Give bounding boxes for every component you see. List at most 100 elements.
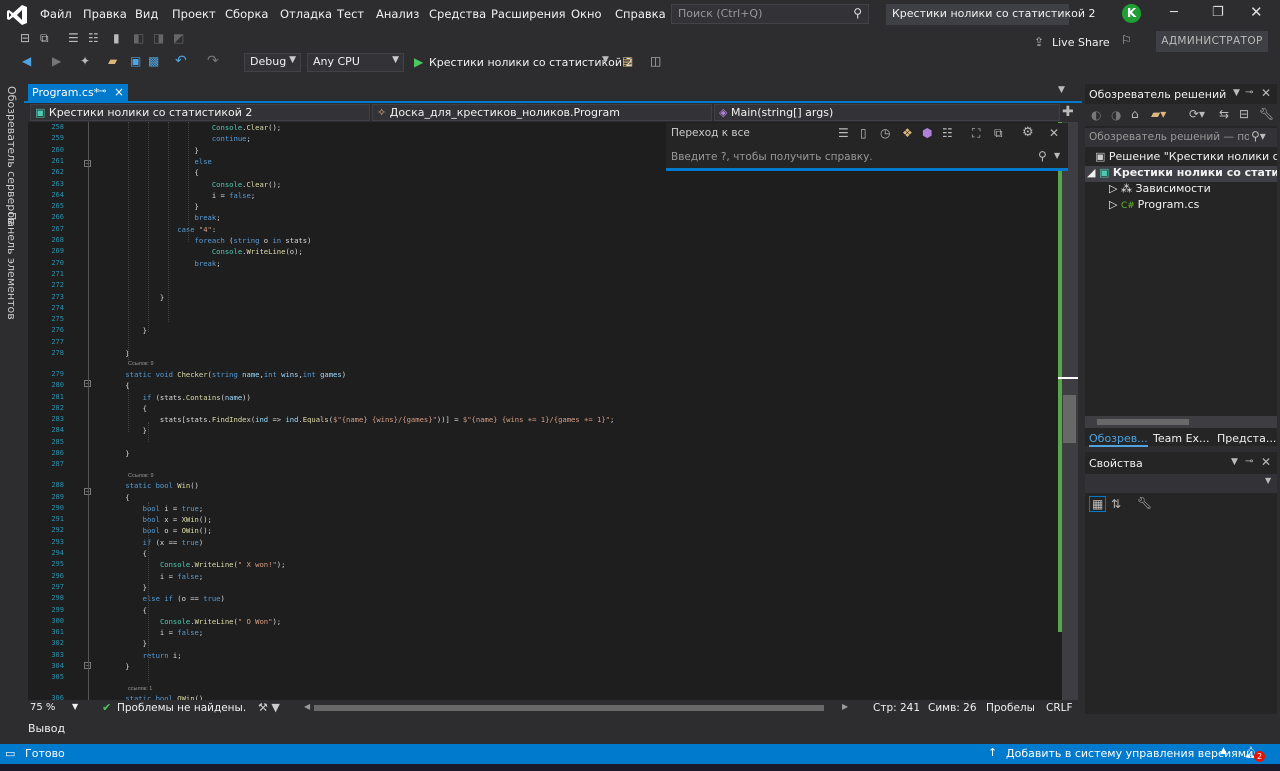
filter-all-icon[interactable]: ☰ — [838, 126, 849, 140]
code-line[interactable]: 281 if (stats.Contains(name)) — [28, 392, 1068, 403]
menu-item-4[interactable]: Сборка — [225, 7, 268, 21]
code-line[interactable]: 297 } — [28, 582, 1068, 593]
find-files-icon[interactable]: ▤ — [622, 54, 633, 68]
bookmark-icon[interactable]: ▮ — [113, 31, 120, 45]
project-node[interactable]: ◢ ▣ Крестики нолики со статистикой 2 — [1085, 166, 1277, 182]
code-line[interactable]: 274 — [28, 303, 1068, 314]
save-icon[interactable]: ▣ — [130, 54, 141, 68]
code-line[interactable]: 286 } — [28, 448, 1068, 459]
solution-hscroll[interactable] — [1085, 416, 1277, 428]
go-to-all-input[interactable]: Введите ?, чтобы получить справку. — [671, 151, 873, 163]
code-line[interactable]: 284 } — [28, 425, 1068, 436]
platform-select[interactable]: Any CPU ▼ — [307, 53, 404, 72]
type-icon[interactable]: ❖ — [902, 126, 913, 140]
tab-program-cs[interactable]: Program.cs* ⊸ × — [28, 84, 128, 103]
code-line[interactable]: 277 — [28, 337, 1068, 348]
code-line[interactable]: 279 static void Checker(string name,int … — [28, 369, 1068, 380]
menu-item-6[interactable]: Тест — [337, 7, 364, 21]
code-line[interactable]: 285 — [28, 437, 1068, 448]
recent-icon[interactable]: ◷ — [880, 126, 890, 140]
properties-object-select[interactable]: ▼ — [1085, 474, 1277, 493]
add-to-source-control[interactable]: Добавить в систему управления версиями — [1006, 747, 1253, 760]
code-line[interactable]: 267 case "4": — [28, 224, 1068, 235]
redo-icon[interactable]: ↷ — [207, 53, 219, 69]
file-icon[interactable]: ▯ — [860, 126, 867, 140]
toolbox-tab[interactable]: Панель элементов — [5, 212, 18, 320]
code-line[interactable]: 278 } — [28, 348, 1068, 359]
code-line[interactable]: 295 Console.WriteLine(" X won!"); — [28, 559, 1068, 570]
home-icon[interactable]: ⌂ — [1131, 107, 1139, 121]
scroll-left-icon[interactable]: ◀ — [304, 702, 310, 711]
pages-icon[interactable]: ⧉ — [40, 31, 49, 46]
whitespace-indicator[interactable]: Пробелы — [986, 702, 1035, 714]
code-line[interactable]: 276 } — [28, 325, 1068, 336]
code-editor[interactable]: 258 Console.Clear(); 259 continue; 260 } 26… — [28, 122, 1078, 702]
code-line[interactable]: 289 { — [28, 492, 1068, 503]
notification-count[interactable]: 2 — [1254, 751, 1265, 762]
menu-item-7[interactable]: Анализ — [376, 7, 419, 21]
eol-indicator[interactable]: CRLF — [1046, 702, 1073, 714]
zoom-level[interactable]: 75 % — [30, 702, 55, 713]
close-icon[interactable]: ✕ — [1261, 455, 1271, 469]
align-icon[interactable]: ⊟ — [20, 31, 30, 45]
code-line[interactable]: 300 Console.WriteLine(" O Won"); — [28, 616, 1068, 627]
code-line[interactable]: 302 } — [28, 638, 1068, 649]
pin-icon[interactable]: ⊸ — [98, 86, 106, 97]
scrollbar-thumb[interactable] — [1063, 395, 1076, 443]
solution-root[interactable]: ▣ Решение "Крестики нолики со статистико… — [1085, 150, 1277, 166]
admin-badge[interactable]: АДМИНИСТРАТОР — [1156, 31, 1268, 52]
split-editor-icon[interactable]: ✚ — [1062, 104, 1074, 120]
server-explorer-tab[interactable]: Обозреватель серверов — [5, 86, 18, 224]
live-share-button[interactable]: Live Share — [1052, 36, 1110, 49]
search-input[interactable]: Поиск (Ctrl+Q) ⚲ — [671, 4, 869, 24]
solution-hscroll-thumb[interactable] — [1097, 419, 1189, 425]
tab-solution-explorer[interactable]: Обозрев... — [1089, 432, 1148, 447]
chevron-down-icon[interactable]: ▼ — [1231, 457, 1238, 467]
menu-item-8[interactable]: Средства — [429, 7, 486, 21]
bookmark-prev-icon[interactable]: ◧ — [133, 31, 144, 45]
chevron-up-icon[interactable]: ▲ — [1220, 746, 1227, 756]
avatar[interactable]: K — [1122, 4, 1141, 23]
close-icon[interactable]: ✕ — [1261, 86, 1271, 100]
code-line[interactable]: 275 — [28, 314, 1068, 325]
menu-item-1[interactable]: Правка — [83, 7, 127, 21]
pin-icon[interactable]: ⊸ — [1245, 456, 1253, 467]
pending-changes-icon[interactable]: ⟳▾ — [1189, 107, 1205, 121]
project-select[interactable]: ▣ Крестики нолики со статистикой 2 — [30, 104, 370, 121]
menu-item-11[interactable]: Справка — [615, 7, 666, 21]
close-icon[interactable]: ✕ — [1250, 3, 1263, 21]
restore-icon[interactable]: ❐ — [1212, 5, 1224, 20]
code-line[interactable]: 305 — [28, 672, 1068, 683]
sync-icon[interactable]: ⇆ — [1219, 107, 1229, 121]
code-line[interactable]: 265 } — [28, 201, 1068, 212]
visual-studio-logo-icon[interactable] — [6, 4, 28, 26]
line-indicator[interactable]: Стр: 241 — [873, 702, 920, 714]
code-line[interactable]: 282 { — [28, 403, 1068, 414]
menu-item-0[interactable]: Файл — [40, 7, 72, 21]
bookmark-clear-icon[interactable]: ◩ — [173, 31, 184, 45]
feedback-icon[interactable]: ⚐ — [1121, 33, 1132, 47]
close-tab-icon[interactable]: × — [114, 85, 124, 99]
symbol-icon[interactable]: ☷ — [942, 126, 953, 140]
minimize-icon[interactable]: ─ — [1170, 5, 1178, 20]
start-dropdown-icon[interactable]: ▼ — [602, 55, 609, 65]
code-line[interactable]: 264 i = false; — [28, 190, 1068, 201]
properties-icon[interactable]: 🔧︎ — [1259, 107, 1274, 121]
switch-views-icon[interactable]: ▰▾ — [1151, 107, 1166, 121]
menu-item-9[interactable]: Расширения — [491, 7, 566, 21]
pin-icon[interactable]: ⊸ — [1245, 87, 1253, 98]
undo-icon[interactable]: ↶ — [175, 53, 187, 69]
program-cs-node[interactable]: ▷ C# Program.cs — [1085, 198, 1277, 214]
tab-list-icon[interactable]: ▼ — [1058, 85, 1065, 95]
tab-class-view[interactable]: Предста... — [1217, 432, 1276, 445]
horizontal-scrollbar-thumb[interactable] — [314, 705, 824, 711]
chevron-down-icon[interactable]: ▼ — [72, 702, 78, 711]
code-line[interactable]: 271 — [28, 269, 1068, 280]
char-indicator[interactable]: Симв: 26 — [928, 702, 977, 714]
menu-item-3[interactable]: Проект — [172, 7, 216, 21]
save-all-icon[interactable]: ▩ — [148, 54, 159, 68]
code-line[interactable]: 270 break; — [28, 258, 1068, 269]
code-line[interactable]: 292 bool o = OWin(); — [28, 525, 1068, 536]
member-select[interactable]: ◈ Main(string[] args) — [714, 104, 1060, 121]
preview-icon[interactable]: ⧉ — [994, 126, 1003, 141]
